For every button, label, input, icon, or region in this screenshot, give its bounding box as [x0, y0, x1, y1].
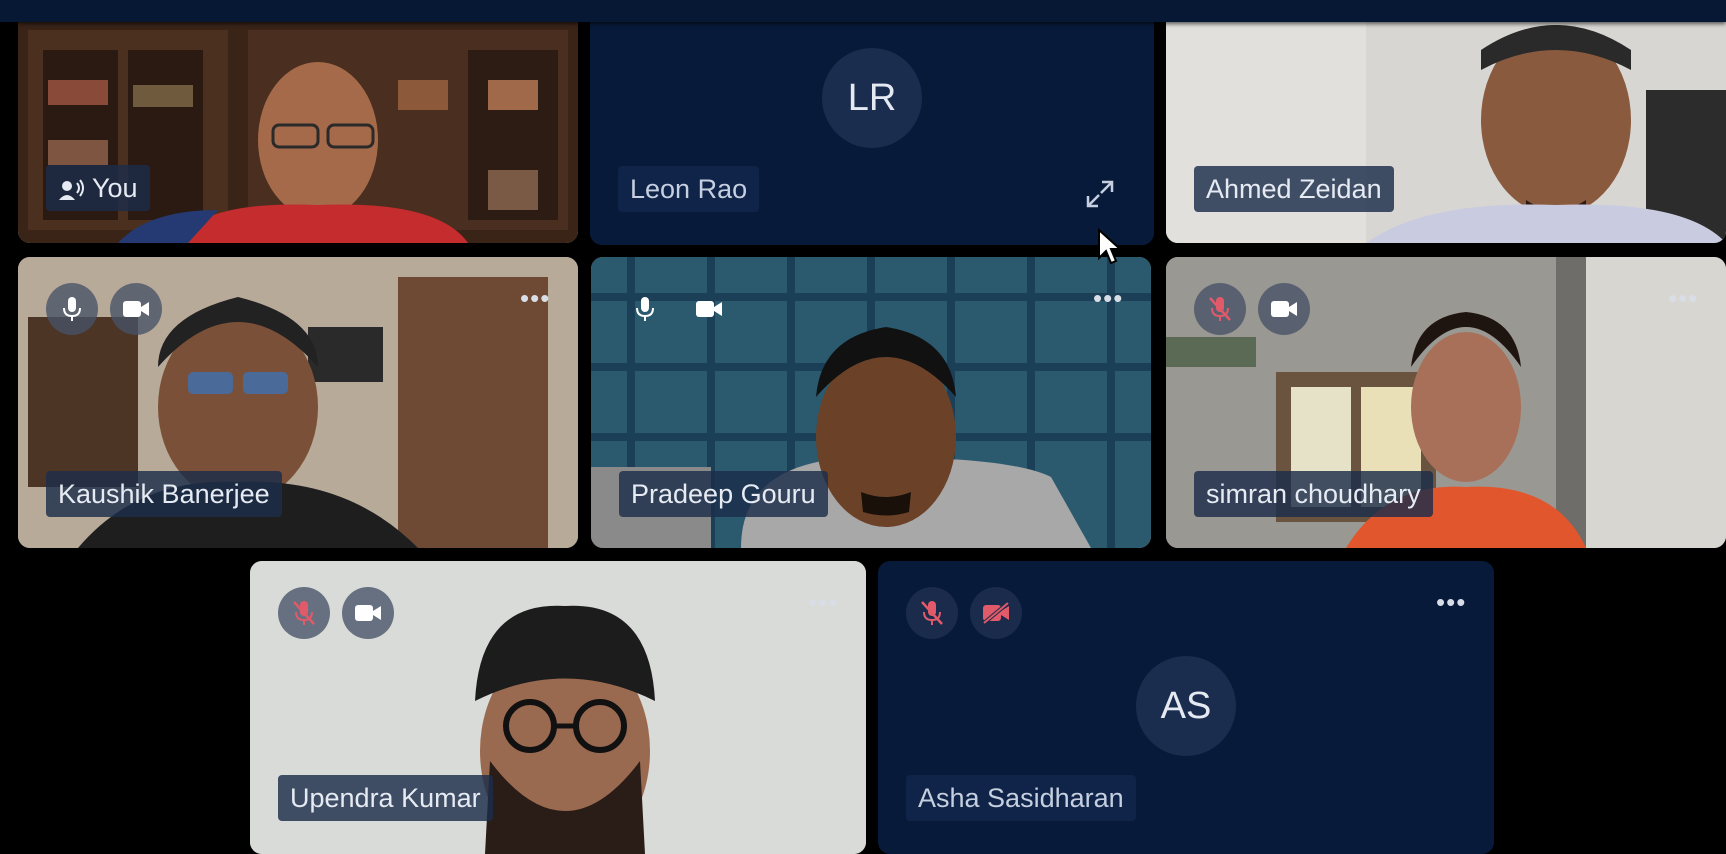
participant-name-label: Asha Sasidharan [906, 775, 1136, 821]
camera-button[interactable] [1258, 283, 1310, 335]
avatar-initials: LR [822, 48, 922, 148]
microphone-muted-icon [1209, 297, 1231, 321]
expand-icon[interactable] [1078, 172, 1122, 216]
participant-name-label: You [46, 165, 150, 211]
participant-tile-pradeep-gouru[interactable]: ••• Pradeep Gouru [591, 257, 1151, 548]
participant-tile-leon-rao[interactable]: LR Leon Rao [590, 10, 1154, 245]
participant-name-label: simran choudhary [1194, 471, 1433, 517]
camera-icon [1271, 301, 1297, 317]
camera-icon [696, 301, 722, 317]
participant-tile-asha-sasidharan[interactable]: ••• AS Asha Sasidharan [878, 561, 1494, 854]
participant-name-label: Ahmed Zeidan [1194, 166, 1394, 212]
more-options-button[interactable]: ••• [1668, 285, 1698, 311]
participant-name: You [92, 173, 138, 203]
microphone-muted-button[interactable] [1194, 283, 1246, 335]
avatar-initials: AS [1136, 656, 1236, 756]
meeting-top-bar [0, 0, 1726, 22]
camera-icon [123, 301, 149, 317]
participant-tile-simran-choudhary[interactable]: ••• simran choudhary [1166, 257, 1726, 548]
participant-name: Leon Rao [630, 174, 748, 204]
microphone-icon [63, 297, 81, 321]
participant-name: Asha Sasidharan [918, 783, 1124, 813]
microphone-muted-button[interactable] [906, 587, 958, 639]
participant-name-label: Kaushik Banerjee [46, 471, 282, 517]
participant-name: Upendra Kumar [290, 783, 481, 813]
camera-icon [355, 605, 381, 621]
speaker-icon [59, 179, 84, 200]
more-options-button[interactable]: ••• [1436, 589, 1466, 615]
camera-button[interactable] [110, 283, 162, 335]
participant-name: Kaushik Banerjee [58, 479, 270, 509]
participant-tile-ahmed-zeidan[interactable]: Ahmed Zeidan [1166, 10, 1726, 243]
participant-name-label: Leon Rao [618, 166, 760, 212]
camera-button[interactable] [342, 587, 394, 639]
participant-name-label: Pradeep Gouru [619, 471, 828, 517]
participant-name: Pradeep Gouru [631, 479, 816, 509]
participant-name: Ahmed Zeidan [1206, 174, 1382, 204]
camera-off-icon [982, 601, 1010, 625]
more-options-button[interactable]: ••• [1093, 285, 1123, 311]
microphone-muted-button[interactable] [278, 587, 330, 639]
more-options-button[interactable]: ••• [808, 589, 838, 615]
participant-name-label: Upendra Kumar [278, 775, 493, 821]
participant-name: simran choudhary [1206, 479, 1421, 509]
camera-button[interactable] [683, 283, 735, 335]
microphone-muted-icon [293, 601, 315, 625]
microphone-button[interactable] [619, 283, 671, 335]
microphone-icon [636, 297, 654, 321]
participant-tile-upendra-kumar[interactable]: ••• Upendra Kumar [250, 561, 866, 854]
camera-off-button[interactable] [970, 587, 1022, 639]
microphone-button[interactable] [46, 283, 98, 335]
mouse-cursor [1098, 228, 1123, 265]
participant-tile-kaushik-banerjee[interactable]: ••• Kaushik Banerjee [18, 257, 578, 548]
participant-tile-you[interactable]: You [18, 10, 578, 243]
microphone-muted-icon [921, 601, 943, 625]
more-options-button[interactable]: ••• [520, 285, 550, 311]
